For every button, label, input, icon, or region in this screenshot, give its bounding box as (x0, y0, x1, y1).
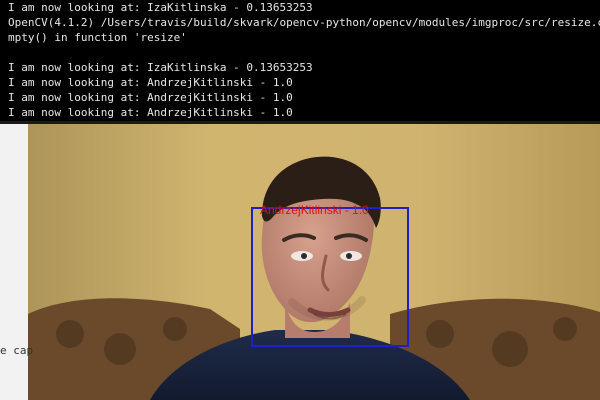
terminal-line: I am now looking at: IzaKitlinska - 0.13… (8, 1, 313, 14)
background-window-fragment: e cap (0, 344, 34, 357)
background-window-strip: e cap (0, 124, 33, 400)
terminal-line: I am now looking at: AndrzejKitlinski - … (8, 91, 293, 104)
terminal-line: mpty() in function 'resize' (8, 31, 187, 44)
face-recognition-label: AndrzejKitlinski - 1.0 (260, 203, 369, 217)
terminal-prompt[interactable] (8, 120, 600, 135)
terminal-line: I am now looking at: AndrzejKitlinski - … (8, 76, 293, 89)
terminal-line: I am now looking at: AndrzejKitlinski - … (8, 106, 293, 119)
face-detection-box (251, 207, 409, 347)
terminal-line: OpenCV(4.1.2) /Users/travis/build/skvark… (8, 16, 600, 29)
terminal-window[interactable]: I am now looking at: IzaKitlinska - 0.13… (0, 0, 600, 124)
screen: e cap AndrzejKitlinski - 1.0 I am now lo… (0, 0, 600, 400)
terminal-line: I am now looking at: IzaKitlinska - 0.13… (8, 61, 313, 74)
